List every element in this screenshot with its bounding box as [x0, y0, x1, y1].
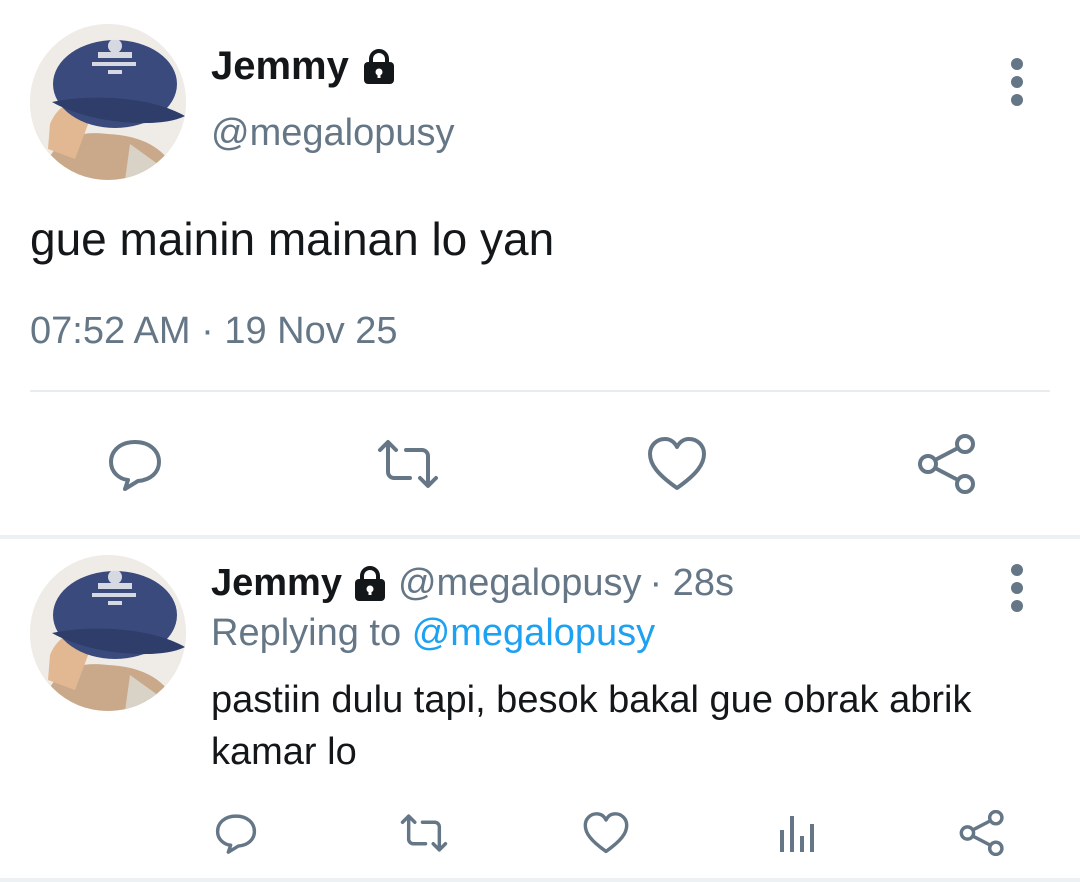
- tweet-timestamp: 07:52 AM · 19 Nov 25: [30, 310, 398, 352]
- reply-author[interactable]: Jemmy: [211, 562, 390, 605]
- replying-to-label: Replying to: [211, 612, 402, 654]
- share-button[interactable]: [912, 432, 982, 496]
- more-options-icon[interactable]: [1010, 58, 1024, 112]
- tweet-text: gue mainin mainan lo yan: [30, 213, 555, 265]
- main-tweet-avatar[interactable]: [30, 24, 186, 180]
- reply-icon: [109, 440, 161, 491]
- share-button[interactable]: [954, 808, 1010, 858]
- reply-tweet-text: pastiin dulu tapi, besok bakal gue obrak…: [211, 679, 972, 773]
- lock-icon: [354, 565, 385, 601]
- analytics-icon: [780, 816, 814, 852]
- analytics-button[interactable]: [768, 808, 824, 858]
- avatar-photo: [30, 555, 186, 711]
- replying-to-line: Replying to @megalopusy: [211, 612, 655, 655]
- like-button[interactable]: [642, 432, 712, 496]
- lock-icon: [363, 48, 394, 84]
- divider: [30, 390, 1050, 392]
- author-handle[interactable]: @megalopusy: [398, 562, 641, 605]
- like-icon: [583, 812, 629, 854]
- tweet-separator: [0, 535, 1080, 539]
- main-tweet-author[interactable]: Jemmy: [211, 44, 399, 89]
- retweet-icon: [378, 440, 438, 488]
- avatar-photo: [30, 24, 186, 180]
- tweet-age: · 28s: [649, 562, 734, 604]
- author-name: Jemmy: [211, 562, 342, 604]
- reply-button[interactable]: [208, 808, 264, 858]
- retweet-button[interactable]: [368, 432, 448, 496]
- reply-tweet-avatar[interactable]: [30, 555, 186, 711]
- reply-tweet-header: Jemmy @megalopusy · 28s: [211, 562, 734, 605]
- like-button[interactable]: [578, 808, 634, 858]
- author-name: Jemmy: [211, 44, 349, 88]
- author-handle[interactable]: @megalopusy: [211, 112, 454, 155]
- retweet-icon: [400, 814, 448, 852]
- retweet-button[interactable]: [392, 808, 456, 858]
- share-icon: [918, 434, 975, 494]
- reply-button[interactable]: [100, 432, 170, 496]
- share-icon: [959, 810, 1004, 856]
- like-icon: [648, 437, 706, 490]
- more-options-icon[interactable]: [1010, 564, 1024, 618]
- tweet-separator: [0, 878, 1080, 882]
- reply-icon: [215, 814, 257, 854]
- replying-to-mention[interactable]: @megalopusy: [412, 612, 655, 654]
